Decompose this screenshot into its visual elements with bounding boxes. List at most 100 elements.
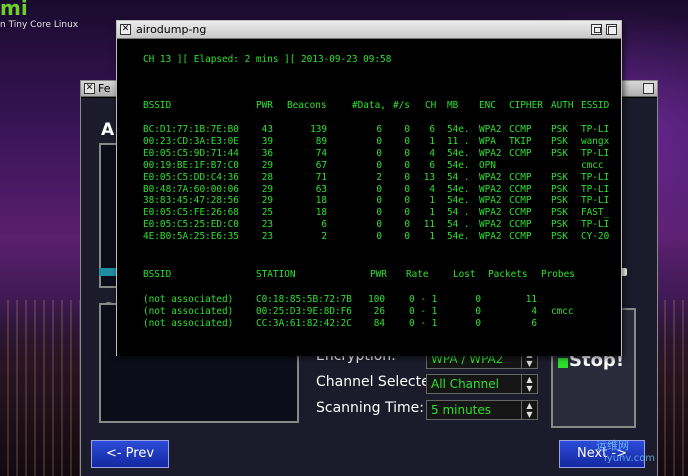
ap-header-6: MB [447, 100, 459, 111]
ap-pwr-cell: 28 [261, 171, 273, 183]
scan-time-label: Scanning Time: [316, 400, 424, 416]
ap-per_s-cell: 0 [404, 159, 410, 171]
ap-beacons-cell: 6 [321, 219, 327, 231]
ap-cipher-cell: CCMP [509, 207, 532, 219]
ap-essid-cell: TP-LI [581, 171, 610, 183]
station-header-6: Probes [541, 269, 575, 280]
ap-beacons-cell: 71 [315, 171, 327, 183]
ap-auth-cell: PSK [551, 135, 568, 147]
ap-per_s-cell: 0 [404, 147, 410, 159]
close-icon[interactable]: ✕ [84, 83, 95, 94]
ap-enc-cell: WPA2 [479, 231, 502, 243]
station-header-1: STATION [256, 269, 296, 280]
ap-data-cell: 0 [376, 147, 382, 159]
ap-enc-cell: OPN [479, 159, 496, 171]
ap-bssid-cell: E0:05:C5:9D:71:44 [143, 147, 239, 159]
scan-time-value: 5 minutes [431, 403, 492, 417]
station-header-0: BSSID [143, 269, 172, 280]
ap-header-5: CH [425, 100, 437, 111]
ap-per_s-cell: 0 [404, 124, 410, 135]
ap-pwr-cell: 39 [261, 135, 273, 147]
ap-cipher-cell: CCMP [509, 147, 532, 159]
station-rate-cell: 0 - 1 [409, 306, 438, 317]
ap-header-3: #Data, [352, 100, 386, 111]
watermark-sub: iyunv.com [604, 453, 656, 464]
station-rate-cell: 0 - 1 [409, 318, 438, 329]
ap-mb-cell: 54 . [447, 171, 470, 183]
ap-ch-cell: 6 [429, 124, 435, 135]
ap-auth-cell: PSK [551, 183, 568, 195]
ap-ch-cell: 13 [423, 171, 435, 183]
station-station-cell: CC:3A:61:82:42:2C [256, 318, 352, 329]
spinner-arrows-icon[interactable]: ▲▼ [521, 401, 537, 419]
ap-cipher-cell: CCMP [509, 219, 532, 231]
maximize-icon[interactable] [606, 24, 617, 35]
channel-select[interactable]: All Channel ▲ ▼ [426, 374, 538, 394]
ap-mb-cell: 54e. [447, 183, 470, 195]
ap-enc-cell: WPA2 [479, 195, 502, 207]
ap-essid-cell: TP-LI [581, 147, 610, 159]
ap-mb-cell: 54e. [447, 124, 470, 135]
ap-enc-cell: WPA2 [479, 147, 502, 159]
ap-header-0: BSSID [143, 100, 172, 111]
station-header-4: Lost [453, 269, 476, 280]
ap-bssid-cell: E0:05:C5:25:ED:C0 [143, 219, 239, 231]
status-indicator [558, 358, 568, 368]
station-header-5: Packets [488, 269, 528, 280]
ap-enc-cell: WPA2 [479, 219, 502, 231]
ap-pwr-cell: 36 [261, 147, 273, 159]
station-lost-cell: 0 [475, 294, 481, 305]
station-pwr-cell: 26 [373, 306, 385, 317]
ap-essid-cell: TP-LI [581, 124, 610, 135]
airodump-window: ✕ airodump-ng CH 13 ][ Elapsed: 2 mins ]… [116, 20, 622, 356]
ap-bssid-cell: B0:48:7A:60:00:06 [143, 183, 239, 195]
ap-beacons-cell: 2 [321, 231, 327, 243]
ap-beacons-cell: 67 [315, 159, 327, 171]
ap-essid-cell: wangx [581, 135, 610, 147]
channel-value: All Channel [431, 377, 499, 391]
ap-data-cell: 0 [376, 231, 382, 243]
ap-pwr-cell: 29 [261, 159, 273, 171]
watermark: 运维网 [596, 439, 629, 452]
ap-cipher-cell: CCMP [509, 231, 532, 243]
prev-button[interactable]: <- Prev [91, 440, 169, 468]
ap-mb-cell: 54e. [447, 159, 470, 171]
ap-bssid-cell: BC:D1:77:1B:7E:B0 [143, 124, 239, 135]
ap-ch-cell: 1 [429, 195, 435, 207]
ap-data-cell: 6 [376, 124, 382, 135]
ap-beacons-cell: 74 [315, 147, 327, 159]
spinner-arrows-icon[interactable]: ▲▼ [521, 375, 537, 393]
window-button[interactable] [643, 83, 654, 94]
ap-mb-cell: 54 . [447, 207, 470, 219]
scan-time-select[interactable]: 5 minutes ▲ ▼ [426, 400, 538, 420]
ap-ch-cell: 6 [429, 159, 435, 171]
ap-mb-cell: 54e. [447, 231, 470, 243]
ap-auth-cell: PSK [551, 207, 568, 219]
ap-bssid-cell: 4E:B0:5A:25:E6:35 [143, 231, 239, 243]
ap-essid-cell: TP-LI [581, 195, 610, 207]
ap-enc-cell: WPA2 [479, 124, 502, 135]
ap-beacons-cell: 18 [315, 195, 327, 207]
logo-subtitle: n Tiny Core Linux [0, 20, 79, 30]
ap-mb-cell: 11 . [447, 135, 470, 147]
ap-ch-cell: 1 [429, 207, 435, 219]
ap-auth-cell: PSK [551, 171, 568, 183]
airodump-titlebar[interactable]: ✕ airodump-ng [117, 21, 621, 39]
ap-per_s-cell: 0 [404, 231, 410, 243]
ap-ch-cell: 11 [423, 219, 435, 231]
ap-pwr-cell: 43 [261, 124, 273, 135]
ap-beacons-cell: 139 [310, 124, 327, 135]
ap-pwr-cell: 29 [261, 183, 273, 195]
station-packets-cell: 4 [531, 306, 537, 317]
close-icon[interactable]: ✕ [120, 24, 131, 35]
ap-bssid-cell: 00:19:BE:1F:B7:C0 [143, 159, 239, 171]
ap-data-cell: 0 [376, 219, 382, 231]
ap-ch-cell: 4 [429, 183, 435, 195]
ap-per_s-cell: 0 [404, 183, 410, 195]
ap-ch-cell: 4 [429, 147, 435, 159]
ap-cipher-cell: CCMP [509, 195, 532, 207]
ap-mb-cell: 54e. [447, 195, 470, 207]
station-probes-cell: cmcc [551, 306, 574, 317]
restore-icon[interactable] [591, 24, 602, 35]
station-lost-cell: 0 [475, 306, 481, 317]
